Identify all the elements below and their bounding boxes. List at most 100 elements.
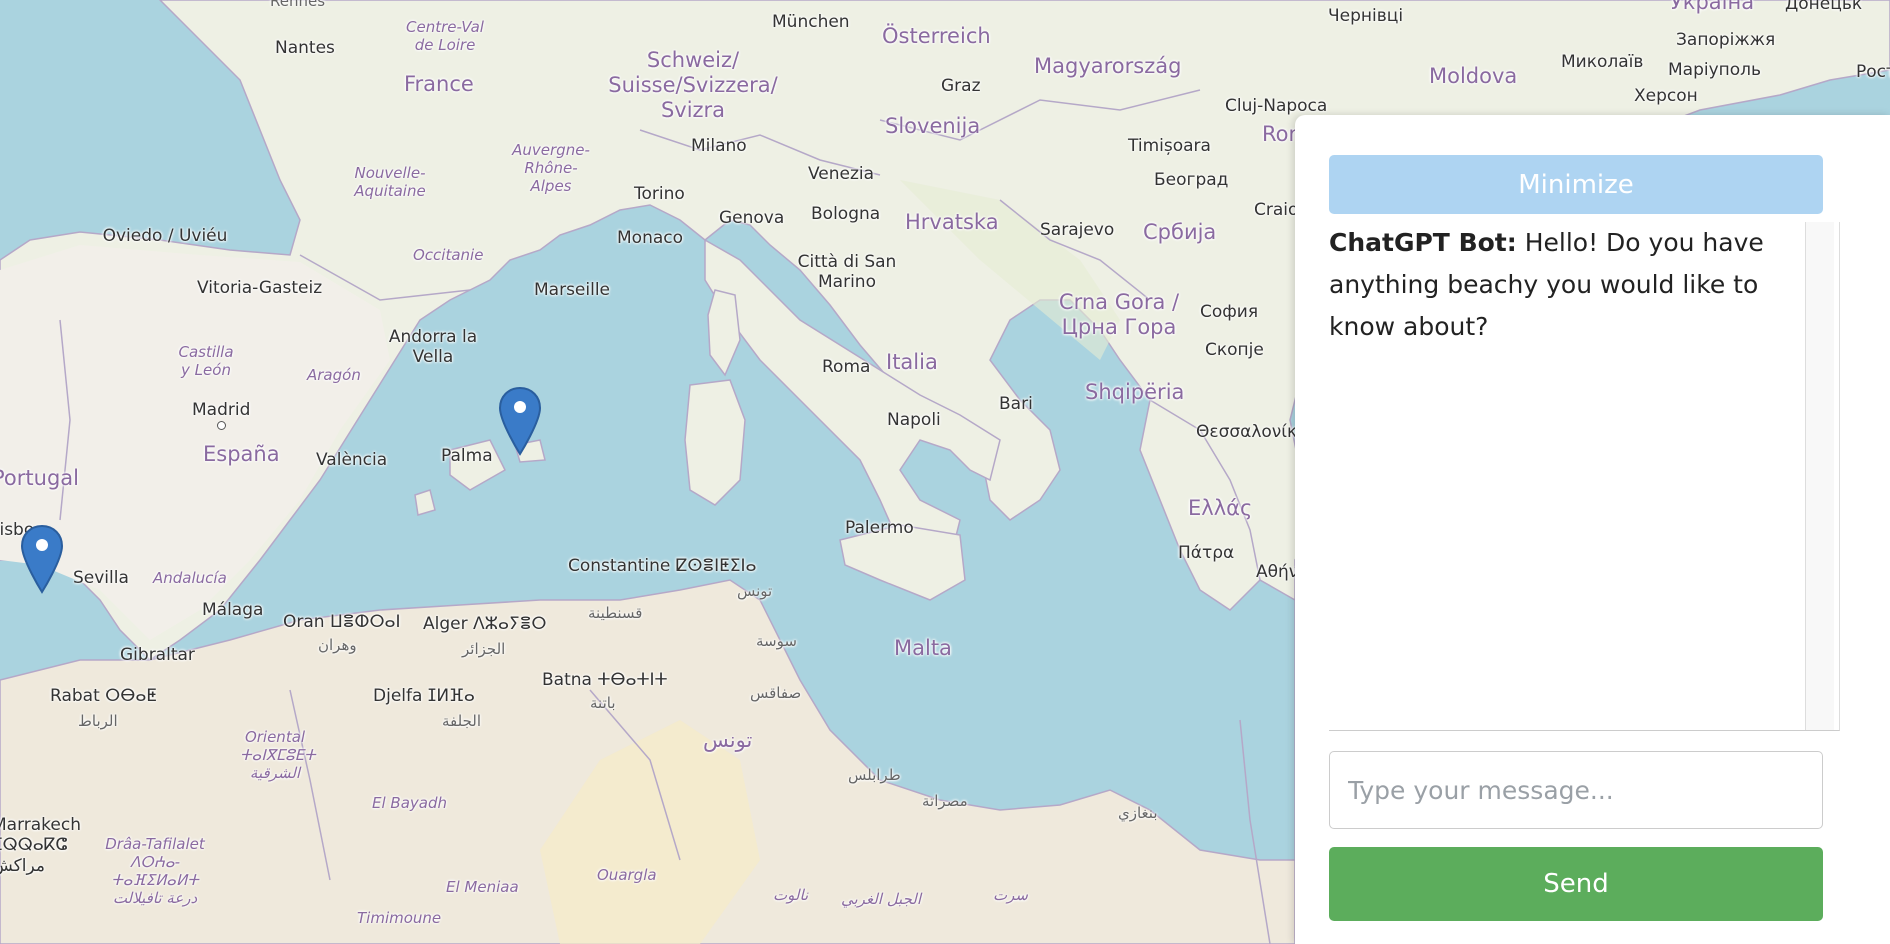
map-label-sirte: سرت xyxy=(993,886,1028,904)
map-label-rabat: Rabat ⵔⴱⴰⵟ xyxy=(50,686,157,706)
map-label-batna: Batna ⵜⴱⴰⵜⵏⵜ xyxy=(542,670,668,690)
map-label-rabat-ar: الرباط xyxy=(78,712,118,730)
map-label-nantes: Nantes xyxy=(275,38,335,58)
map-label-nalut: نالوت xyxy=(773,886,809,904)
map-label-djelfa: Djelfa ⵊⵍⴼⴰ xyxy=(373,686,475,706)
map-label-oriental: Oriental ⵜⴰⵏⴳⵎⵓⴹⵜ الشرقية xyxy=(240,728,316,782)
map-label-espana: España xyxy=(203,442,280,466)
map-label-torino: Torino xyxy=(634,184,685,204)
chat-messages[interactable]: ChatGPT Bot: Hello! Do you have anything… xyxy=(1329,222,1840,731)
chat-panel: Minimize ChatGPT Bot: Hello! Do you have… xyxy=(1295,115,1890,944)
map-label-ukraina: Україна xyxy=(1670,0,1755,14)
map-label-benghazi: بنغازي xyxy=(1118,804,1158,822)
map-label-valencia: València xyxy=(316,450,388,470)
map-label-oran: Oran ⵡⴻⵀⵔⴰⵏ xyxy=(283,612,401,632)
map-label-timimoune: Timimoune xyxy=(357,909,442,927)
map-label-monaco: Monaco xyxy=(617,228,684,248)
map-label-vitoria: Vitoria-Gasteiz xyxy=(197,278,323,298)
map-marker-algarve[interactable] xyxy=(20,524,64,594)
map-label-nouvelle: Nouvelle-Aquitaine xyxy=(354,164,426,200)
map-label-chernivtsi: Чернівці xyxy=(1328,6,1404,26)
map-label-sfax: صفاقس xyxy=(750,684,802,702)
messages-scrollbar[interactable] xyxy=(1805,222,1834,730)
map-label-sousse: سوسة xyxy=(756,632,797,650)
map-label-constantine-ar: قسنطينة xyxy=(588,604,643,622)
map-dot-madrid xyxy=(217,421,226,430)
map-label-thessaloniki: Θεσσαλονίκη xyxy=(1196,422,1308,442)
map-label-graz: Graz xyxy=(941,76,981,96)
map-label-donetsk: Донецьк xyxy=(1785,0,1863,14)
map-label-sarajevo: Sarajevo xyxy=(1040,220,1115,240)
map-label-munchen: München xyxy=(772,12,850,32)
map-label-marseille: Marseille xyxy=(534,280,611,300)
map-label-shqiperia: Shqipëria xyxy=(1085,380,1185,404)
map-label-aragon: Aragón xyxy=(307,366,361,384)
map-label-mykolaiv: Миколаїв xyxy=(1561,52,1644,72)
map-label-andalucia: Andalucía xyxy=(153,569,227,587)
map-label-milano: Milano xyxy=(691,136,747,156)
map-label-castilla: Castilla y León xyxy=(178,343,234,379)
map-label-sanmarino: Città di San Marino xyxy=(797,252,897,293)
map-marker-balearic[interactable] xyxy=(498,386,542,456)
map-label-alger-ar: الجزائر xyxy=(462,640,506,658)
map-label-slovenija: Slovenija xyxy=(885,114,981,138)
map-label-el-bayadh: El Bayadh xyxy=(372,794,447,812)
map-label-centre: Centre-Val de Loire xyxy=(406,18,484,54)
map-label-moldova: Moldova xyxy=(1429,64,1518,88)
map-label-portugal: Portugal xyxy=(0,466,79,490)
minimize-button[interactable]: Minimize xyxy=(1329,155,1823,214)
map-label-auvergne: Auvergne-Rhône-Alpes xyxy=(512,141,590,195)
map-label-djelfa-ar: الجلفة xyxy=(442,712,482,730)
map-label-bari: Bari xyxy=(999,394,1033,414)
map-label-kherson: Херсон xyxy=(1634,86,1698,106)
map-label-oviedo: Oviedo / Uviéu xyxy=(102,226,228,246)
message-sender: ChatGPT Bot: xyxy=(1329,228,1517,257)
map-label-draa: Drâa-Tafilalet ⴷⵔⵄⴰ-ⵜⴰⴼⵉⵍⴰⵍⵜ درعة تافيلا… xyxy=(105,835,205,907)
map-label-misrata: مصراتة xyxy=(922,792,968,810)
map-label-beograd: Београд xyxy=(1154,170,1229,190)
map-label-clujnapoca: Cluj-Napoca xyxy=(1225,96,1328,116)
map-label-osterreich: Österreich xyxy=(882,24,991,48)
map-label-sofia: София xyxy=(1200,302,1259,322)
map-label-malta: Malta xyxy=(894,636,952,660)
map-label-rostov: Ростов xyxy=(1856,62,1890,82)
map-label-schweiz: Schweiz/ Suisse/Svizzera/ Svizra xyxy=(608,48,778,123)
map-label-tunisia: تونس xyxy=(703,728,753,752)
map-label-oran-ar: وهران xyxy=(318,636,357,654)
map-label-genova: Genova xyxy=(719,208,785,228)
chat-message: ChatGPT Bot: Hello! Do you have anything… xyxy=(1329,222,1839,348)
map-label-zaporizhzhia: Запоріжжя xyxy=(1676,30,1776,50)
map-label-andorra: Andorra la Vella xyxy=(388,327,478,368)
map-label-crnagora: Crna Gora / Црна Гора xyxy=(1058,290,1180,340)
map-label-palermo: Palermo xyxy=(845,518,914,538)
map-label-tripoli: طرابلس xyxy=(848,766,901,784)
map-label-sevilla: Sevilla xyxy=(73,568,129,588)
map-label-madrid: Madrid xyxy=(192,400,251,420)
map-label-bologna: Bologna xyxy=(811,204,881,224)
map-label-el-meniaa: El Meniaa xyxy=(446,878,519,896)
map-label-ellas: Ελλάς xyxy=(1188,496,1253,520)
map-label-gibraltar: Gibraltar xyxy=(120,645,195,665)
map-label-malaga: Málaga xyxy=(202,600,264,620)
send-button[interactable]: Send xyxy=(1329,847,1823,921)
message-input[interactable] xyxy=(1329,751,1823,829)
map-label-jabal: الجبل الغربي xyxy=(841,890,922,908)
map-label-alger: Alger ⴷⵣⴰⵢⴻⵔ xyxy=(423,614,547,634)
map-label-skopje: Скопје xyxy=(1205,340,1264,360)
map-label-hrvatska: Hrvatska xyxy=(905,210,999,234)
map-label-patra: Πάτρα xyxy=(1178,543,1235,563)
map-label-timisoara: Timișoara xyxy=(1128,136,1211,156)
map-label-italia: Italia xyxy=(886,350,938,374)
map-label-rennes: Rennes xyxy=(270,0,326,10)
map-label-mariupol: Маріуполь xyxy=(1668,60,1762,80)
map-label-batna-ar: باتنة xyxy=(590,694,616,712)
map-label-srbija: Србија xyxy=(1143,220,1217,244)
map-label-napoli: Napoli xyxy=(887,410,941,430)
map-label-venezia: Venezia xyxy=(808,164,875,184)
map-label-tunis: تونس xyxy=(737,582,773,600)
map-label-france: France xyxy=(404,72,474,96)
map-label-ouargla: Ouargla xyxy=(597,866,657,884)
map-label-constantine: Constantine ⵇⵙⴻⵏⵟⵉⵏⴰ xyxy=(568,556,757,576)
map-label-magyarorszag: Magyarország xyxy=(1034,54,1182,78)
map-label-palma: Palma xyxy=(441,446,493,466)
